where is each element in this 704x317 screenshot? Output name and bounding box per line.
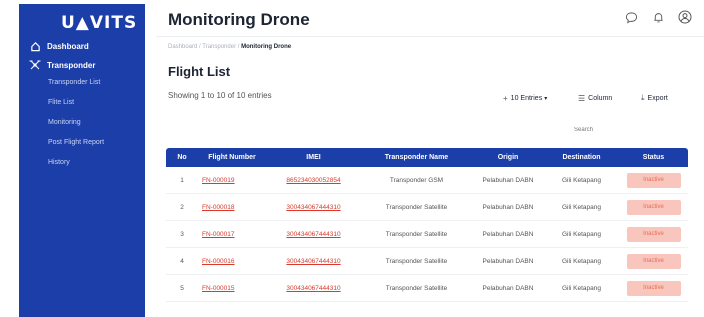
sidebar-subitem-history[interactable]: History — [19, 156, 145, 169]
flight-table: No Flight Number IMEI Transponder Name O… — [166, 148, 688, 302]
brand-logo[interactable]: U▲VITS — [61, 13, 137, 33]
sidebar-item-label: Dashboard — [47, 41, 89, 51]
column-icon: ☰ — [578, 93, 586, 103]
status-badge: Inactive — [626, 226, 681, 242]
table-row[interactable]: 5 FN-000015 300434067444310 Transponder … — [166, 275, 688, 302]
header-divider — [156, 36, 704, 37]
status-badge: Inactive — [626, 172, 681, 188]
page-title: Monitoring Drone — [168, 10, 310, 29]
breadcrumb: Dashboard / Transponder / Monitoring Dro… — [168, 44, 291, 50]
cell-destination: Gili Ketapang — [561, 176, 602, 184]
section-title: Flight List — [168, 64, 231, 79]
column-label: Column — [588, 94, 613, 102]
plus-icon: + — [503, 93, 508, 103]
cell-destination: Gili Ketapang — [561, 257, 602, 265]
imei-link[interactable]: 300434067444310 — [286, 258, 340, 265]
col-header-flight-number[interactable]: Flight Number — [198, 154, 266, 161]
user-icon[interactable] — [678, 10, 692, 24]
breadcrumb-separator: / — [237, 44, 240, 50]
cell-origin: Pelabuhan DABN — [482, 284, 534, 292]
col-header-imei[interactable]: IMEI — [266, 154, 361, 161]
breadcrumb-current: Monitoring Drone — [241, 44, 292, 50]
cell-destination: Gili Ketapang — [561, 230, 602, 238]
cell-transponder-name: Transponder Satellite — [385, 284, 448, 292]
flight-number-link[interactable]: FN-000019 — [202, 177, 235, 184]
column-button[interactable]: ☰ Column — [578, 92, 612, 104]
cell-transponder-name: Transponder GSM — [389, 176, 444, 184]
cell-transponder-name: Transponder Satellite — [385, 203, 448, 211]
search-input[interactable] — [554, 124, 630, 136]
export-label: Export — [647, 94, 668, 102]
status-badge: Inactive — [626, 199, 681, 215]
sidebar-subitem-post-flight-report[interactable]: Post Flight Report — [19, 136, 145, 149]
export-icon: ⤓ — [641, 93, 645, 102]
table-row[interactable]: 2 FN-000018 300434067444310 Transponder … — [166, 194, 688, 221]
cell-origin: Pelabuhan DABN — [482, 257, 534, 265]
sidebar-subitem-transponder-list[interactable]: Transponder List — [19, 76, 145, 89]
home-icon — [29, 40, 41, 52]
chat-icon[interactable] — [624, 10, 638, 24]
cell-origin: Pelabuhan DABN — [482, 230, 534, 238]
sidebar-subitem-flite-list[interactable]: Flite List — [19, 96, 145, 109]
status-badge: Inactive — [626, 253, 681, 269]
cell-no: 5 — [180, 284, 184, 292]
drone-icon — [29, 59, 41, 71]
table-row[interactable]: 3 FN-000017 300434067444310 Transponder … — [166, 221, 688, 248]
cell-destination: Gili Ketapang — [561, 203, 602, 211]
flight-number-link[interactable]: FN-000015 — [202, 285, 235, 292]
col-header-transponder-name[interactable]: Transponder Name — [361, 154, 472, 161]
imei-link[interactable]: 300434067444310 — [286, 231, 340, 238]
sidebar-item-label: Transponder — [47, 60, 96, 70]
table-row[interactable]: 1 FN-000019 865234030052854 Transponder … — [166, 167, 688, 194]
cell-no: 2 — [180, 203, 184, 211]
imei-link[interactable]: 865234030052854 — [286, 177, 340, 184]
imei-link[interactable]: 300434067444310 — [286, 285, 340, 292]
sidebar-item-dashboard[interactable]: Dashboard — [19, 38, 145, 54]
imei-link[interactable]: 300434067444310 — [286, 204, 340, 211]
sidebar-item-transponder[interactable]: Transponder — [19, 57, 145, 73]
col-header-destination[interactable]: Destination — [544, 154, 619, 161]
breadcrumb-transponder[interactable]: Transponder — [202, 44, 236, 50]
cell-transponder-name: Transponder Satellite — [385, 230, 448, 238]
cell-origin: Pelabuhan DABN — [482, 203, 534, 211]
sidebar-nav: Dashboard Transponder Transponder List F… — [19, 38, 145, 176]
flight-number-link[interactable]: FN-000018 — [202, 204, 235, 211]
col-header-no[interactable]: No — [166, 154, 198, 161]
cell-origin: Pelabuhan DABN — [482, 176, 534, 184]
col-header-status[interactable]: Status — [619, 154, 688, 161]
header-actions — [624, 10, 692, 24]
entries-dropdown[interactable]: + 10 Entries ▾ — [503, 92, 547, 104]
flight-number-link[interactable]: FN-000016 — [202, 258, 235, 265]
breadcrumb-dashboard[interactable]: Dashboard — [168, 44, 197, 50]
flight-number-link[interactable]: FN-000017 — [202, 231, 235, 238]
status-badge: Inactive — [626, 280, 681, 296]
sidebar-subitem-monitoring[interactable]: Monitoring — [19, 116, 145, 129]
col-header-origin[interactable]: Origin — [472, 154, 544, 161]
cell-destination: Gili Ketapang — [561, 284, 602, 292]
cell-no: 1 — [180, 176, 184, 184]
cell-no: 3 — [180, 230, 184, 238]
cell-transponder-name: Transponder Satellite — [385, 257, 448, 265]
entries-info: Showing 1 to 10 of 10 entries — [168, 91, 272, 100]
breadcrumb-separator: / — [199, 44, 201, 50]
sidebar: U▲VITS Dashboard Transponder Transponder… — [19, 4, 145, 317]
bell-icon[interactable] — [651, 10, 665, 24]
export-button[interactable]: ⤓ Export — [641, 92, 668, 104]
table-header: No Flight Number IMEI Transponder Name O… — [166, 148, 688, 167]
cell-no: 4 — [180, 257, 184, 265]
entries-label: 10 Entries — [510, 94, 543, 102]
caret-down-icon: ▾ — [544, 95, 548, 102]
table-row[interactable]: 4 FN-000016 300434067444310 Transponder … — [166, 248, 688, 275]
